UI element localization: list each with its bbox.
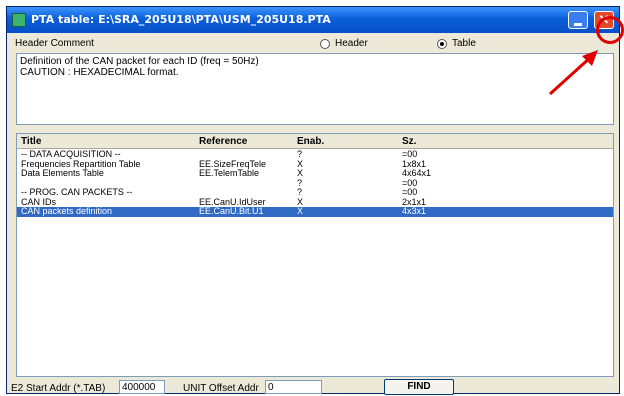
pta-table-grid[interactable]: Title Reference Enab. Sz. -- DATA ACQUIS… [16,133,614,377]
column-header-size[interactable]: Sz. [402,136,416,147]
cell-enab: X [297,206,304,216]
find-button[interactable]: FIND [384,379,454,395]
radio-selected-icon [437,38,447,49]
unit-offset-addr-input[interactable] [265,380,322,394]
header-radio-label: Header [335,38,368,49]
comment-line: CAUTION : HEXADECIMAL format. [20,67,179,78]
table-row-selected[interactable]: CAN packets definition EE.CanU.Bit.U1 X … [17,206,613,217]
annotation-arrow-icon [548,50,598,96]
header-comment-label: Header Comment [15,38,94,49]
window-title: PTA table: E:\SRA_205U18\PTA\USM_205U18.… [31,13,331,26]
cell-title: Data Elements Table [21,168,104,178]
header-radio[interactable]: Header [320,38,368,49]
app-icon [12,13,26,27]
grid-header: Title Reference Enab. Sz. [17,134,613,149]
minimize-button[interactable] [568,11,588,29]
header-row: Header Comment Header Table [15,37,615,51]
bottom-toolbar: E2 Start Addr (*.TAB) UNIT Offset Addr F… [7,379,619,395]
table-row[interactable]: -- PROG. CAN PACKETS -- ? =00 [17,187,613,198]
e2-start-addr-label: E2 Start Addr (*.TAB) [11,383,106,394]
table-row[interactable]: Data Elements Table EE.TelemTable X 4x64… [17,168,613,179]
column-header-reference[interactable]: Reference [199,136,247,147]
cell-reference: EE.CanU.Bit.U1 [199,206,264,216]
cell-reference: EE.TelemTable [199,168,260,178]
column-header-enab[interactable]: Enab. [297,136,324,147]
title-bar[interactable]: PTA table: E:\SRA_205U18\PTA\USM_205U18.… [7,7,619,33]
grid-body: -- DATA ACQUISITION -- ? =00 Frequencies… [17,149,613,217]
column-header-title[interactable]: Title [21,136,41,147]
pta-table-window: PTA table: E:\SRA_205U18\PTA\USM_205U18.… [6,6,620,395]
radio-icon [320,38,330,49]
cell-title: CAN packets definition [21,206,113,216]
header-comment-field[interactable]: Definition of the CAN packet for each ID… [16,53,614,125]
unit-offset-addr-label: UNIT Offset Addr [183,383,259,394]
close-highlight-circle [596,16,624,44]
comment-line: Definition of the CAN packet for each ID… [20,56,259,67]
e2-start-addr-input[interactable] [119,380,165,394]
cell-size: 4x3x1 [402,206,427,216]
table-radio[interactable]: Table [437,38,476,49]
minimize-icon [574,23,582,26]
table-row[interactable]: Frequencies Repartition Table EE.SizeFre… [17,159,613,170]
table-radio-label: Table [452,38,476,49]
